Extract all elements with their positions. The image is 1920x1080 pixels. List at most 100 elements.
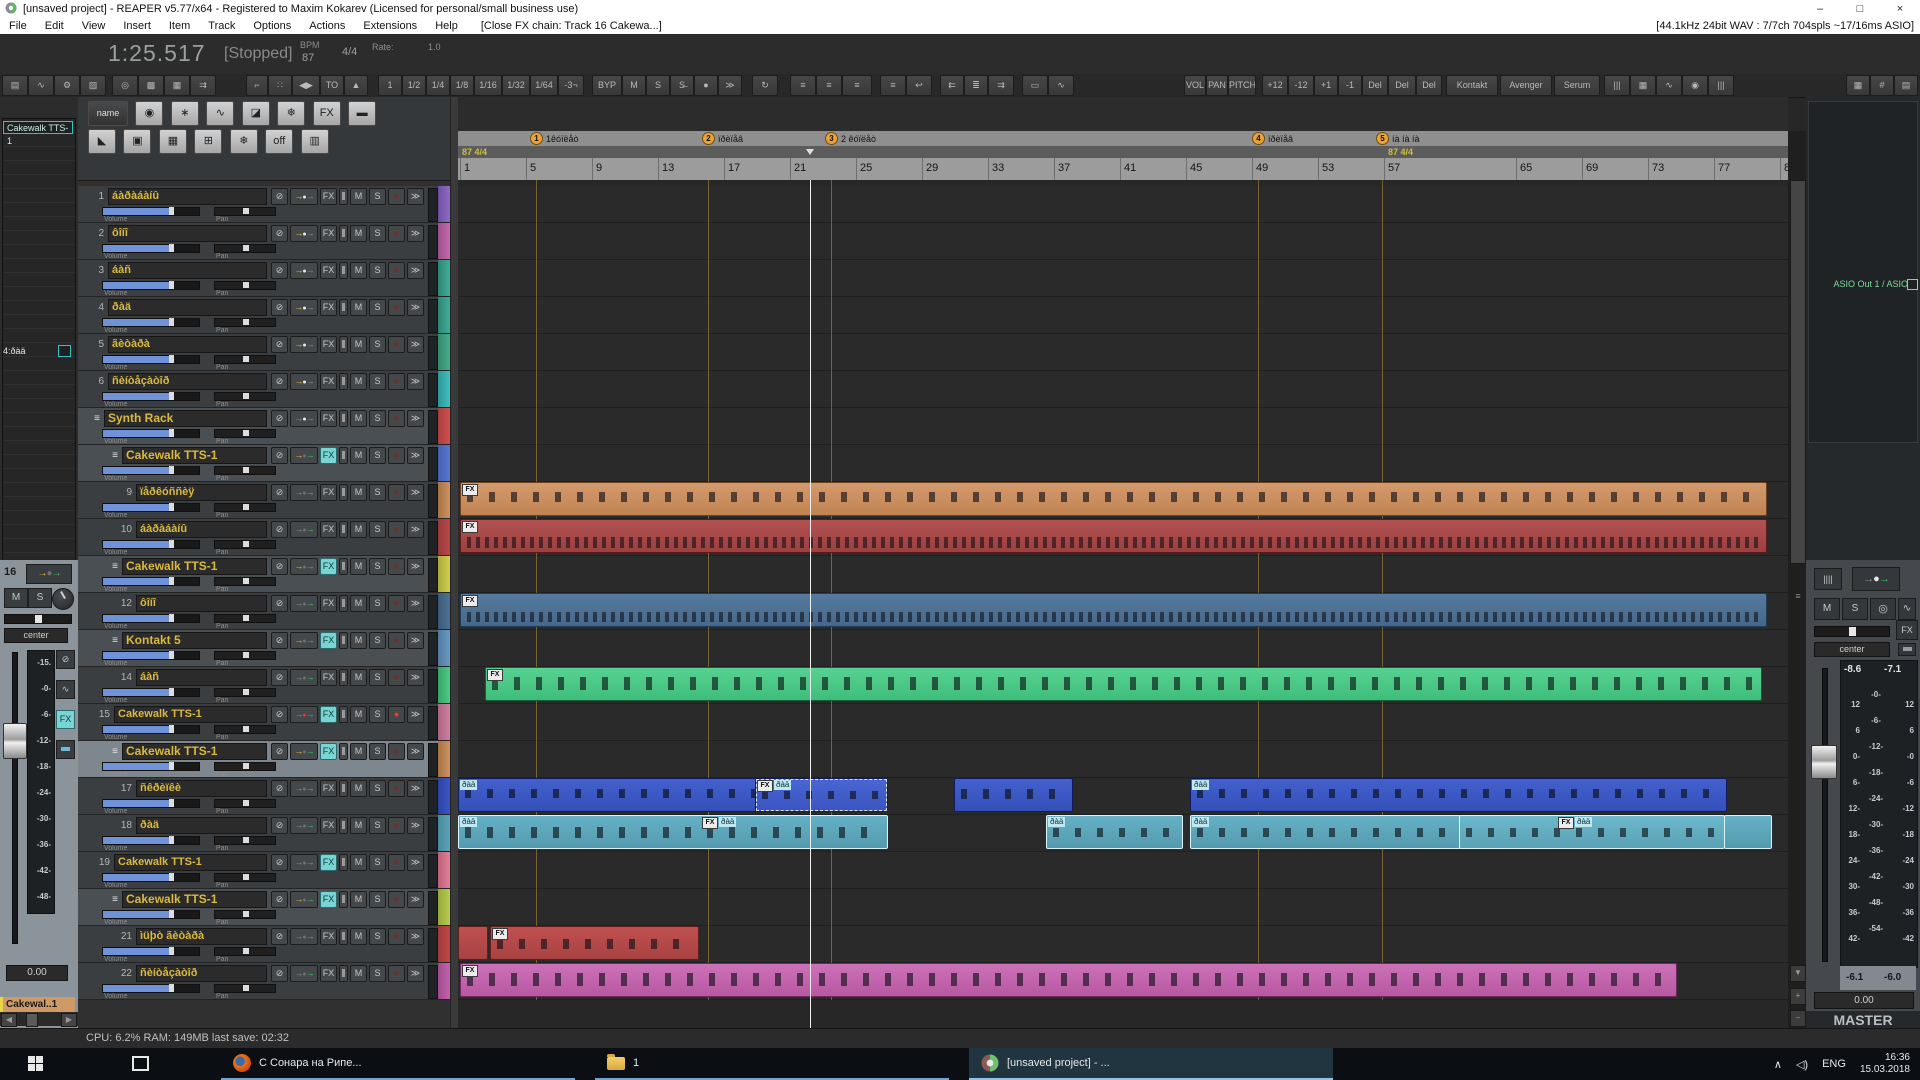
volume-slider[interactable] <box>102 651 200 660</box>
volume-slider[interactable] <box>102 429 200 438</box>
maximize-button[interactable]: □ <box>1840 0 1880 18</box>
io-button[interactable] <box>339 299 348 316</box>
tcp-header-icon[interactable]: off <box>265 129 293 154</box>
pan-slider[interactable] <box>214 836 276 845</box>
pan-slider[interactable] <box>214 688 276 697</box>
master-fader-track[interactable] <box>1822 668 1828 962</box>
record-arm-button[interactable]: ● <box>388 817 405 834</box>
fx-button[interactable]: FX <box>320 484 337 501</box>
time-signature[interactable]: 4/4 <box>342 46 357 58</box>
item-fx-badge[interactable]: FX <box>1558 817 1574 829</box>
monitor-button[interactable]: ≫ <box>407 484 424 501</box>
phase-button[interactable]: ⊘ <box>271 558 288 575</box>
phase-button[interactable]: ⊘ <box>271 817 288 834</box>
toolbar-button[interactable]: VOL <box>1184 75 1206 96</box>
solo-button[interactable]: S <box>369 743 386 760</box>
strip-fx-button[interactable]: FX <box>56 710 75 729</box>
item-fx-badge[interactable]: FX <box>757 780 773 792</box>
media-item[interactable] <box>1724 815 1772 849</box>
volume-slider[interactable] <box>102 688 200 697</box>
monitor-button[interactable]: ≫ <box>407 225 424 242</box>
toolbar-button[interactable]: ≫ <box>718 75 742 96</box>
strip-pan-value[interactable]: center <box>4 628 68 643</box>
phase-button[interactable]: ⊘ <box>271 928 288 945</box>
volume-slider[interactable] <box>102 836 200 845</box>
fx-button[interactable]: FX <box>320 891 337 908</box>
record-arm-button[interactable]: ● <box>388 336 405 353</box>
phase-button[interactable]: ⊘ <box>271 632 288 649</box>
toolbar-button[interactable]: BYP FX <box>592 75 622 96</box>
mute-button[interactable]: M <box>350 743 367 760</box>
item-fx-badge[interactable]: FX <box>702 817 718 829</box>
item-fx-badge[interactable]: FX <box>462 595 478 607</box>
tcp-header-icon[interactable]: ▥ <box>301 129 329 154</box>
record-arm-button[interactable]: ● <box>388 410 405 427</box>
toolbar-button[interactable]: Del CC <box>1362 75 1388 96</box>
track-row[interactable]: ≡ Cakewalk TTS-1 ⊘ →●→ FX M S ● ≫ <box>78 741 450 778</box>
toolbar-button[interactable]: ● <box>694 75 718 96</box>
tcp-header-icon[interactable]: ▦ <box>159 129 187 154</box>
mute-button[interactable]: M <box>350 299 367 316</box>
solo-button[interactable]: S <box>369 928 386 945</box>
tempo-lane[interactable]: 87 4/4 87 4/4 <box>458 146 1788 158</box>
record-arm-button[interactable]: ● <box>388 632 405 649</box>
taskbar-firefox-button[interactable]: С Сонара на Рипе... <box>221 1048 575 1080</box>
fx-button[interactable]: FX <box>320 410 337 427</box>
io-button[interactable] <box>339 336 348 353</box>
toolbar-button[interactable]: # <box>1870 75 1894 96</box>
monitor-button[interactable]: ≫ <box>407 965 424 982</box>
pan-slider[interactable] <box>214 762 276 771</box>
volume-slider[interactable] <box>102 910 200 919</box>
solo-button[interactable]: S <box>369 188 386 205</box>
track-name[interactable]: Cakewalk TTS-1 <box>122 743 267 760</box>
routing-button[interactable]: →●→ <box>290 299 318 316</box>
tcp-header-icon[interactable]: ▬ <box>348 101 376 126</box>
menu-item[interactable]: View <box>73 20 115 32</box>
solo-button[interactable]: S <box>369 262 386 279</box>
monitor-button[interactable]: ≫ <box>407 743 424 760</box>
marker-number[interactable]: 4 <box>1252 132 1265 145</box>
taskbar-folder-button[interactable]: 1 <box>595 1048 949 1080</box>
toolbar-button[interactable]: ◎ <box>112 75 138 96</box>
io-button[interactable] <box>339 817 348 834</box>
phase-button[interactable]: ⊘ <box>271 595 288 612</box>
solo-button[interactable]: S <box>369 817 386 834</box>
solo-button[interactable]: S <box>369 373 386 390</box>
media-item[interactable] <box>954 778 1073 812</box>
tcp-header-icon[interactable]: ❄ <box>277 101 305 126</box>
menu-item[interactable]: Help <box>426 20 467 32</box>
media-item[interactable] <box>460 963 1677 997</box>
fx-button[interactable]: FX <box>320 817 337 834</box>
fx-button[interactable]: FX <box>320 743 337 760</box>
fx-button[interactable]: FX <box>320 558 337 575</box>
mute-button[interactable]: M <box>350 521 367 538</box>
mute-button[interactable]: M <box>350 817 367 834</box>
menu-item[interactable]: Insert <box>114 20 160 32</box>
tcp-header-icon[interactable]: ∿ <box>206 101 234 126</box>
fx-button[interactable]: FX <box>320 521 337 538</box>
monitor-button[interactable]: ≫ <box>407 632 424 649</box>
menu-item[interactable]: Extensions <box>354 20 426 32</box>
toolbar-button[interactable]: ⇉ <box>190 75 216 96</box>
volume-slider[interactable] <box>102 466 200 475</box>
marker-number[interactable]: 2 <box>702 132 715 145</box>
record-arm-button[interactable]: ● <box>388 706 405 723</box>
monitor-button[interactable]: ≫ <box>407 817 424 834</box>
io-button[interactable] <box>339 188 348 205</box>
track-name[interactable]: ìüþò ãèòàðà <box>136 928 267 945</box>
dock-scrollbar[interactable]: ◀ ▶ <box>0 1012 78 1026</box>
fx-button[interactable]: FX <box>320 225 337 242</box>
menu-item[interactable]: File <box>0 20 36 32</box>
toolbar-button[interactable]: ⇉ <box>988 75 1014 96</box>
media-item[interactable] <box>458 926 488 960</box>
clock[interactable]: 16:36 15.03.2018 <box>1860 1052 1910 1076</box>
track-name[interactable]: ñêðèïêè <box>136 780 267 797</box>
strip-mute-button[interactable]: M <box>4 588 28 608</box>
track-name[interactable]: áàðàáàíû <box>108 188 267 205</box>
routing-button[interactable]: →●→ <box>290 891 318 908</box>
phase-button[interactable]: ⊘ <box>271 225 288 242</box>
record-arm-button[interactable]: ● <box>388 780 405 797</box>
track-name[interactable]: Cakewalk TTS-1 <box>122 558 267 575</box>
volume-slider[interactable] <box>102 725 200 734</box>
track-name[interactable]: ðàä <box>108 299 267 316</box>
